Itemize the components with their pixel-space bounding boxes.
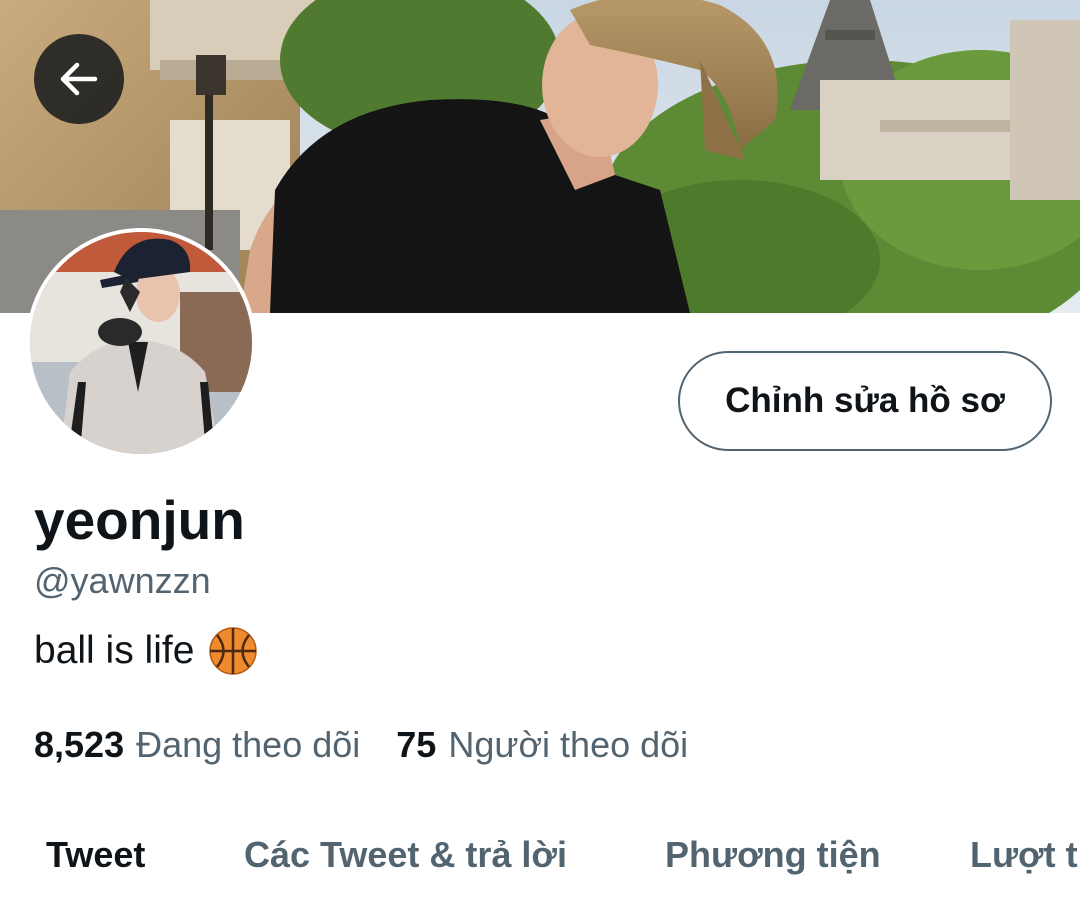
following-label: Đang theo dõi xyxy=(136,724,361,765)
profile-stats: 8,523 Đang theo dõi 75 Người theo dõi xyxy=(34,724,688,766)
handle: @yawnzzn xyxy=(34,560,211,601)
tab-tweets[interactable]: Tweet xyxy=(46,834,145,876)
avatar[interactable] xyxy=(26,228,256,458)
avatar-photo xyxy=(30,232,252,454)
basketball-icon xyxy=(209,627,258,675)
display-name: yeonjun xyxy=(34,489,245,551)
bio: ball is life xyxy=(34,626,258,676)
followers-label: Người theo dõi xyxy=(448,724,689,765)
following-link[interactable]: 8,523 Đang theo dõi xyxy=(34,724,360,766)
following-count: 8,523 xyxy=(34,724,125,765)
tab-media[interactable]: Phương tiện xyxy=(665,834,881,876)
bio-text: ball is life xyxy=(34,629,195,672)
tab-tweets-and-replies[interactable]: Các Tweet & trả lời xyxy=(244,834,567,876)
followers-count: 75 xyxy=(396,724,437,765)
edit-profile-button[interactable]: Chỉnh sửa hồ sơ xyxy=(678,351,1052,451)
followers-link[interactable]: 75 Người theo dõi xyxy=(396,724,688,766)
tab-likes[interactable]: Lượt thích xyxy=(970,834,1080,876)
arrow-left-icon xyxy=(60,62,98,96)
profile-tabs: Tweet Các Tweet & trả lời Phương tiện Lư… xyxy=(0,828,1080,910)
back-button[interactable] xyxy=(34,34,124,124)
